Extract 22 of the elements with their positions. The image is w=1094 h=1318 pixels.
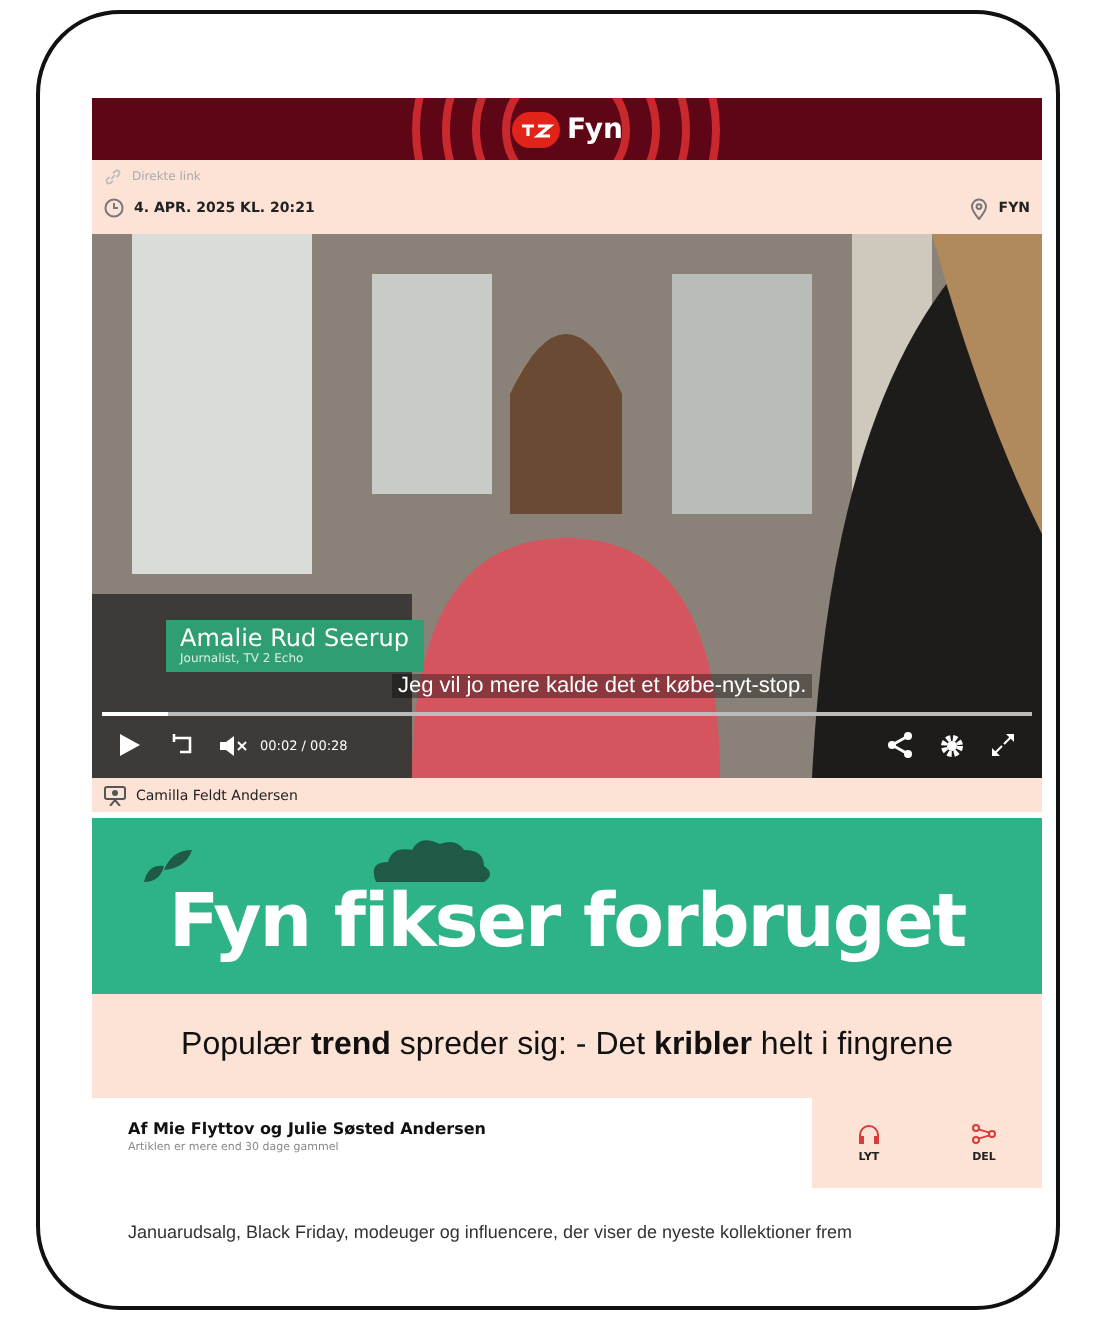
tv2-logo-icon (511, 111, 560, 147)
location-pin-icon (970, 197, 989, 219)
fullscreen-icon[interactable] (992, 734, 1014, 756)
subtitle: Jeg vil jo mere kalde det et købe-nyt-stop. (392, 674, 813, 698)
clock-icon (104, 198, 124, 218)
byline: Af Mie Flyttov og Julie Søsted Andersen (128, 1120, 486, 1138)
settings-icon[interactable] (940, 733, 964, 757)
cloud-icon (372, 838, 492, 882)
article-headline: Populær trend spreder sig: - Det kribler helt i fingrene (181, 1028, 953, 1064)
leaf-icon (144, 850, 192, 886)
article-text: Januarudsalg, Black Friday, modeuger og influencere, der viser de nyeste kollektioner frem (128, 1222, 855, 1242)
play-icon[interactable] (120, 734, 140, 756)
share-icon[interactable] (888, 732, 912, 758)
share-icon (972, 1123, 996, 1143)
caption-name: Amalie Rud Seerup (180, 624, 409, 652)
logo-text: Fyn (567, 113, 623, 145)
camera-person-icon (104, 785, 126, 805)
banner-title: Fyn fikser forbruget (168, 877, 966, 963)
link-icon (104, 167, 122, 185)
volume-icon[interactable] (220, 735, 248, 755)
headphones-icon (858, 1123, 880, 1143)
replay-icon[interactable] (168, 734, 192, 756)
